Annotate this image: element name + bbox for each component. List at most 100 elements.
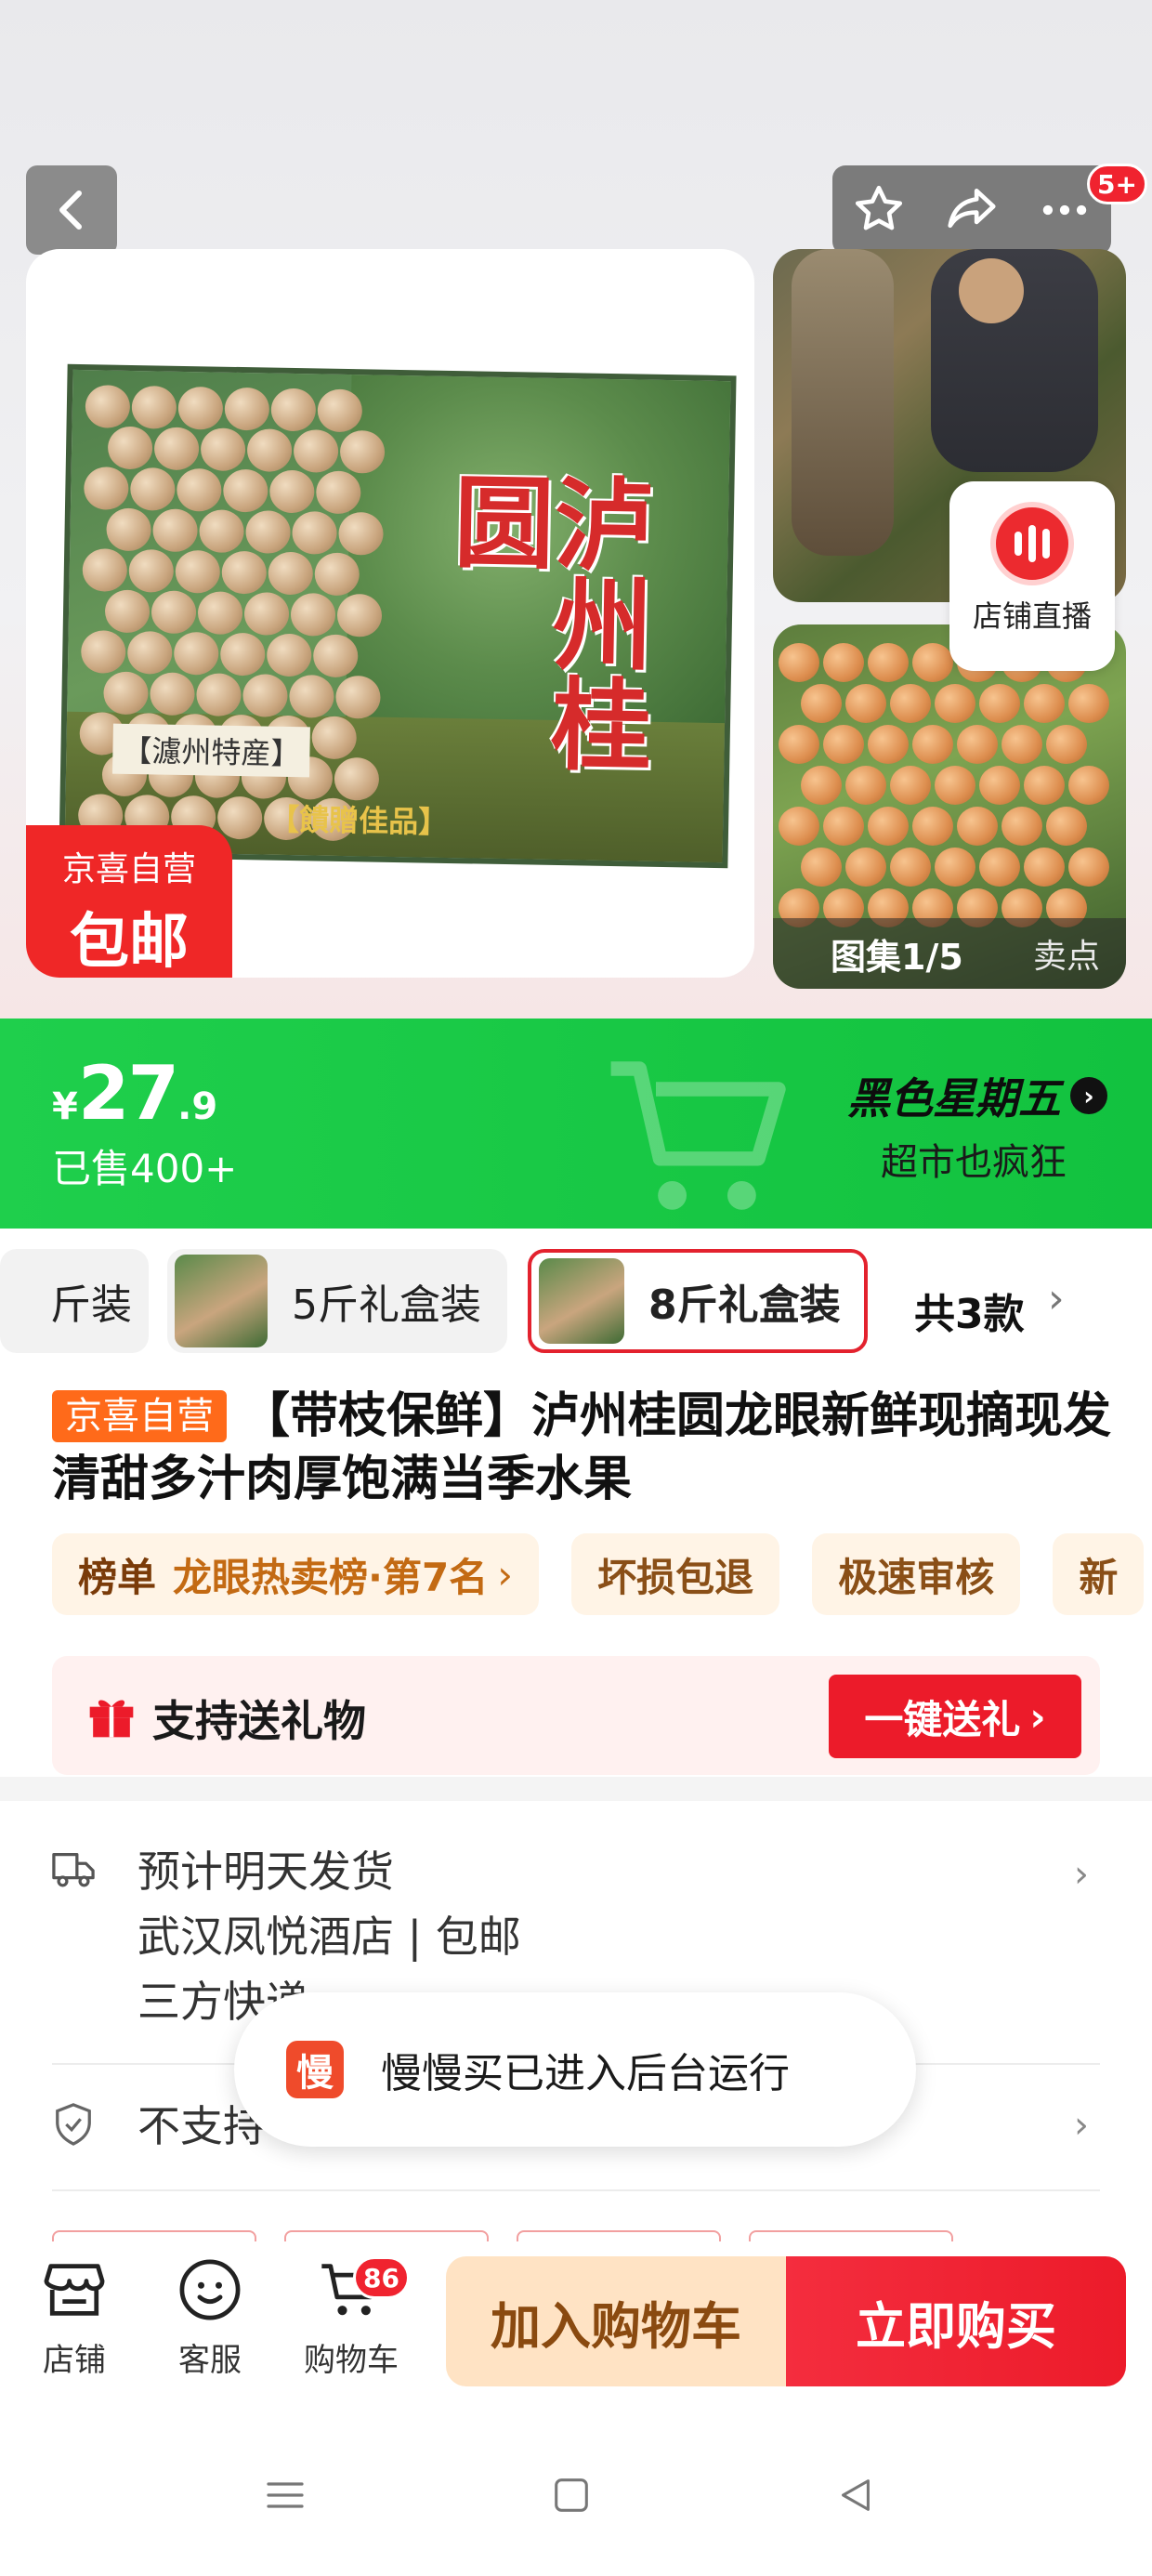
- chevron-right-icon[interactable]: ›: [1074, 1853, 1089, 1896]
- chat-face-icon: [179, 2259, 241, 2320]
- chevron-right-icon: ›: [497, 1551, 513, 1597]
- longan-fruit: [152, 508, 198, 553]
- longan-fruit: [173, 631, 219, 676]
- toast-message: 慢慢买已进入后台运行: [381, 2050, 790, 2097]
- send-gift-button[interactable]: 一键送礼 ›: [829, 1675, 1081, 1758]
- promo-title: 黑色星期五: [847, 1073, 1061, 1124]
- customer-service-button[interactable]: 客服: [154, 2254, 266, 2380]
- longan-fruit: [216, 795, 263, 840]
- longan-fruit: [912, 643, 953, 682]
- chevron-right-icon[interactable]: ›: [1048, 1275, 1065, 1322]
- gift-label: 支持送礼物: [152, 1696, 366, 1746]
- back-button[interactable]: [26, 165, 117, 255]
- longan-fruit: [106, 507, 151, 552]
- longan-fruit: [243, 592, 290, 636]
- chevron-right-icon[interactable]: ›: [1074, 2104, 1089, 2147]
- longan-fruit: [315, 470, 361, 515]
- variant-chip[interactable]: 5斤礼盒装: [167, 1249, 507, 1353]
- longan-fruit: [1024, 848, 1065, 887]
- price-integer: 27: [77, 1050, 179, 1137]
- longan-fruit: [104, 589, 151, 634]
- longan-fruit: [222, 468, 268, 513]
- currency-symbol: ¥: [52, 1085, 78, 1128]
- product-gallery: 5+ 泸州桂圆 【濾州特産】 【饋贈佳品】 京喜自营 包邮 图集1/5 卖点 店…: [0, 0, 1152, 1022]
- longan-fruit: [153, 427, 200, 471]
- price-banner: ¥ 27 .9 已售400+ 黑色星期五 › 超市也疯狂: [0, 1019, 1152, 1229]
- longan-fruit: [224, 387, 270, 431]
- longan-fruit: [221, 550, 268, 595]
- longan-fruit: [779, 725, 819, 764]
- cart-count-badge: 86: [353, 2256, 410, 2299]
- variant-label: 8斤礼盒装: [648, 1281, 841, 1329]
- service-chip[interactable]: 坏损包退: [571, 1533, 780, 1615]
- gallery-counter[interactable]: 图集1/5 卖点: [773, 918, 1126, 989]
- longan-fruit: [85, 385, 131, 428]
- service-chip[interactable]: 极速审核: [812, 1533, 1021, 1615]
- longan-fruit: [176, 467, 222, 512]
- longan-fruit: [912, 725, 953, 764]
- longan-fruit: [779, 643, 819, 682]
- longan-fruit: [126, 630, 173, 675]
- store-live-button[interactable]: 店铺直播: [949, 481, 1115, 671]
- variant-total[interactable]: 共3款: [914, 1281, 1025, 1340]
- longan-fruit: [129, 467, 176, 511]
- longan-fruit: [197, 591, 243, 636]
- longan-fruit: [845, 684, 886, 723]
- price-decimal: .9: [177, 1085, 218, 1128]
- more-icon[interactable]: [1036, 181, 1093, 239]
- longan-fruit: [1068, 766, 1109, 805]
- top-actions: [832, 165, 1111, 255]
- badge-line1: 京喜自营: [61, 850, 196, 888]
- longan-fruit: [290, 592, 336, 637]
- live-icon: [990, 502, 1074, 585]
- divider: [52, 2189, 1100, 2191]
- chevron-right-icon: ›: [1070, 1077, 1107, 1114]
- selling-points-label[interactable]: 卖点: [1033, 929, 1100, 978]
- star-icon[interactable]: [850, 181, 908, 239]
- ranking-key: 榜单: [78, 1554, 157, 1600]
- variant-label: 斤装: [50, 1281, 132, 1329]
- ship-address: 武汉凤悦酒店 | 包邮: [137, 1912, 521, 1962]
- share-icon[interactable]: [943, 181, 1001, 239]
- longan-fruit: [289, 674, 334, 718]
- longan-fruit: [317, 388, 363, 433]
- longan-fruit: [177, 386, 224, 430]
- recent-apps-button[interactable]: [253, 2463, 318, 2528]
- longan-fruit: [311, 716, 358, 760]
- longan-fruit: [801, 848, 842, 887]
- buy-now-button[interactable]: 立即购买: [786, 2256, 1126, 2386]
- longan-fruit: [868, 725, 909, 764]
- section-separator: [0, 1777, 1152, 1801]
- longan-fruit: [312, 634, 359, 678]
- home-button[interactable]: [539, 2463, 604, 2528]
- side-image-longan[interactable]: 图集1/5 卖点: [773, 624, 1126, 989]
- longan-fruit: [175, 549, 221, 594]
- longan-fruit: [1024, 766, 1065, 805]
- box-origin-tag: 【濾州特産】: [111, 723, 310, 778]
- longan-fruit: [845, 848, 886, 887]
- longan-fruit: [338, 511, 384, 556]
- add-to-cart-button[interactable]: 加入购物车: [446, 2256, 786, 2386]
- variant-chip[interactable]: 斤装: [0, 1249, 149, 1353]
- ranking-value: 龙眼热卖榜·第7名: [173, 1554, 489, 1600]
- ranking-chip[interactable]: 榜单 龙眼热卖榜·第7名 ›: [52, 1533, 539, 1615]
- send-gift-label: 一键送礼: [864, 1696, 1021, 1742]
- gift-icon: [89, 1700, 134, 1738]
- longan-fruit: [935, 848, 975, 887]
- longan-fruit: [270, 388, 317, 432]
- store-live-label: 店铺直播: [972, 598, 1092, 634]
- black-friday-link[interactable]: 黑色星期五 ›: [847, 1065, 1107, 1126]
- bottom-action-bar: 店铺 客服 购物车 86 加入购物车 立即购买: [0, 2241, 1152, 2409]
- service-chip[interactable]: 新: [1053, 1533, 1145, 1615]
- ship-estimate: 预计明天发货: [137, 1847, 394, 1897]
- longan-fruit: [979, 684, 1020, 723]
- badge-line2: 包邮: [70, 908, 189, 977]
- longan-fruit: [1046, 807, 1087, 846]
- promo-subtitle: 超市也疯狂: [881, 1141, 1067, 1184]
- store-button[interactable]: 店铺: [19, 2254, 130, 2380]
- longan-fruit: [957, 725, 998, 764]
- back-nav-button[interactable]: [823, 2463, 888, 2528]
- self-operated-tag: 京喜自营: [52, 1390, 227, 1442]
- variant-chip-selected[interactable]: 8斤礼盒装: [528, 1249, 868, 1353]
- longan-fruit: [1046, 725, 1087, 764]
